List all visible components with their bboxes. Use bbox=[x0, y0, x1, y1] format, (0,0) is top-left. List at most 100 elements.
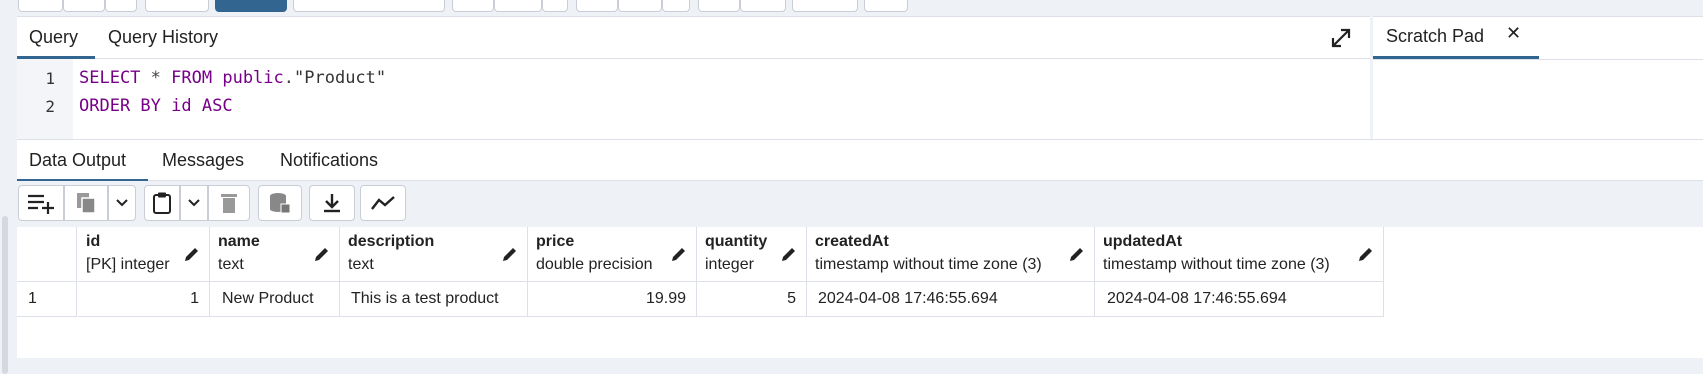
data-grid: id [PK] integer name text description te… bbox=[17, 227, 1703, 358]
add-row-icon bbox=[28, 194, 54, 214]
column-type: text bbox=[218, 256, 244, 273]
column-header-name[interactable]: name text bbox=[210, 227, 340, 282]
toolbar-button[interactable] bbox=[18, 0, 63, 12]
scratch-pad-title: Scratch Pad bbox=[1386, 26, 1485, 46]
toolbar-button[interactable] bbox=[864, 0, 908, 12]
column-header-quantity[interactable]: quantity integer bbox=[697, 227, 807, 282]
column-name: price bbox=[536, 233, 575, 250]
code-token: FROM bbox=[171, 68, 213, 88]
pencil-icon[interactable] bbox=[780, 245, 798, 263]
grid-corner[interactable] bbox=[17, 227, 77, 282]
line-chart-icon bbox=[371, 196, 395, 210]
sql-editor[interactable]: 1 2 SELECT * FROM public."Product" ORDER… bbox=[17, 59, 1370, 139]
toolbar-button[interactable] bbox=[63, 0, 105, 12]
column-header-id[interactable]: id [PK] integer bbox=[78, 227, 210, 282]
column-header-price[interactable]: price double precision bbox=[528, 227, 697, 282]
column-header-updatedat[interactable]: updatedAt timestamp without time zone (3… bbox=[1095, 227, 1384, 282]
column-name: createdAt bbox=[815, 233, 889, 250]
pencil-icon[interactable] bbox=[1068, 245, 1086, 263]
scratch-pad-panel: Scratch Pad ✕ bbox=[1373, 16, 1703, 139]
code-token: ORDER BY bbox=[79, 96, 161, 116]
expand-icon[interactable] bbox=[1330, 27, 1352, 49]
toolbar-button[interactable] bbox=[145, 0, 209, 12]
row-number[interactable]: 1 bbox=[17, 282, 77, 317]
line-number: 1 bbox=[45, 69, 55, 88]
paste-button[interactable] bbox=[144, 185, 180, 221]
table-cell[interactable]: 5 bbox=[697, 282, 807, 317]
tab-data-output[interactable]: Data Output bbox=[17, 140, 148, 182]
column-name: updatedAt bbox=[1103, 233, 1183, 250]
scrollbar[interactable] bbox=[2, 216, 8, 374]
left-gutter bbox=[0, 16, 17, 374]
tab-scratch-pad[interactable]: Scratch Pad ✕ bbox=[1373, 17, 1539, 59]
chevron-down-icon bbox=[116, 199, 128, 207]
download-button[interactable] bbox=[309, 185, 355, 221]
delete-button[interactable] bbox=[208, 185, 250, 221]
paste-icon bbox=[153, 192, 171, 214]
toolbar-button[interactable] bbox=[105, 0, 137, 12]
column-type: double precision bbox=[536, 256, 653, 273]
trash-icon bbox=[221, 194, 237, 213]
graph-visualiser-button[interactable] bbox=[360, 185, 406, 221]
copy-icon bbox=[77, 193, 96, 214]
pencil-icon[interactable] bbox=[670, 245, 688, 263]
save-data-button[interactable] bbox=[258, 185, 302, 221]
toolbar-button[interactable] bbox=[662, 0, 690, 12]
pencil-icon[interactable] bbox=[313, 245, 331, 263]
column-header-description[interactable]: description text bbox=[340, 227, 528, 282]
column-type: timestamp without time zone (3) bbox=[1103, 256, 1330, 273]
toolbar-input[interactable] bbox=[494, 0, 542, 12]
column-header-createdat[interactable]: createdAt timestamp without time zone (3… bbox=[807, 227, 1095, 282]
code-token: . bbox=[283, 68, 295, 88]
column-name: id bbox=[86, 233, 101, 250]
tab-query[interactable]: Query bbox=[17, 17, 95, 59]
copy-button[interactable] bbox=[64, 185, 108, 221]
table-cell[interactable]: This is a test product bbox=[340, 282, 528, 317]
table-cell[interactable]: 19.99 bbox=[528, 282, 697, 317]
paste-options-button[interactable] bbox=[180, 185, 208, 221]
code-token: public bbox=[222, 68, 284, 88]
tab-query-history[interactable]: Query History bbox=[96, 17, 230, 59]
main-toolbar bbox=[0, 0, 1703, 16]
tab-messages[interactable]: Messages bbox=[150, 140, 256, 182]
column-type: text bbox=[348, 256, 374, 273]
pencil-icon[interactable] bbox=[183, 245, 201, 263]
chevron-down-icon bbox=[188, 199, 200, 207]
code-token: SELECT bbox=[79, 68, 141, 88]
table-cell[interactable]: 2024-04-08 17:46:55.694 bbox=[1095, 282, 1384, 317]
line-number: 2 bbox=[45, 97, 55, 116]
toolbar-button[interactable] bbox=[452, 0, 494, 12]
column-type: integer bbox=[705, 256, 754, 273]
column-type: timestamp without time zone (3) bbox=[815, 256, 1042, 273]
code-line: ORDER BY id ASC bbox=[79, 96, 233, 116]
add-row-button[interactable] bbox=[18, 185, 64, 221]
pencil-icon[interactable] bbox=[1357, 245, 1375, 263]
toolbar-button[interactable] bbox=[792, 0, 858, 12]
tab-notifications[interactable]: Notifications bbox=[268, 140, 390, 182]
download-icon bbox=[324, 194, 340, 213]
table-cell[interactable]: 1 bbox=[78, 282, 210, 317]
toolbar-button[interactable] bbox=[618, 0, 662, 12]
code-token: * bbox=[140, 68, 172, 88]
toolbar-button[interactable] bbox=[542, 0, 568, 12]
divider bbox=[1373, 59, 1703, 60]
column-name: quantity bbox=[705, 233, 768, 250]
toolbar-button[interactable] bbox=[740, 0, 786, 12]
table-cell[interactable]: 2024-04-08 17:46:55.694 bbox=[807, 282, 1095, 317]
execute-button[interactable] bbox=[215, 0, 287, 12]
table-cell[interactable]: New Product bbox=[210, 282, 340, 317]
toolbar-button[interactable] bbox=[576, 0, 618, 12]
close-icon[interactable]: ✕ bbox=[1506, 23, 1521, 44]
pencil-icon[interactable] bbox=[501, 245, 519, 263]
copy-options-button[interactable] bbox=[108, 185, 136, 221]
code-token: id bbox=[171, 96, 192, 116]
toolbar-button[interactable] bbox=[698, 0, 740, 12]
query-panel: Query Query History 1 2 SELECT * FROM pu… bbox=[17, 16, 1370, 139]
result-tabs: Data Output Messages Notifications bbox=[17, 139, 1703, 182]
column-name: description bbox=[348, 233, 435, 250]
code-line: SELECT * FROM public."Product" bbox=[79, 68, 386, 88]
grid-toolbar bbox=[17, 181, 1703, 227]
toolbar-select[interactable] bbox=[293, 0, 445, 12]
column-name: name bbox=[218, 233, 260, 250]
